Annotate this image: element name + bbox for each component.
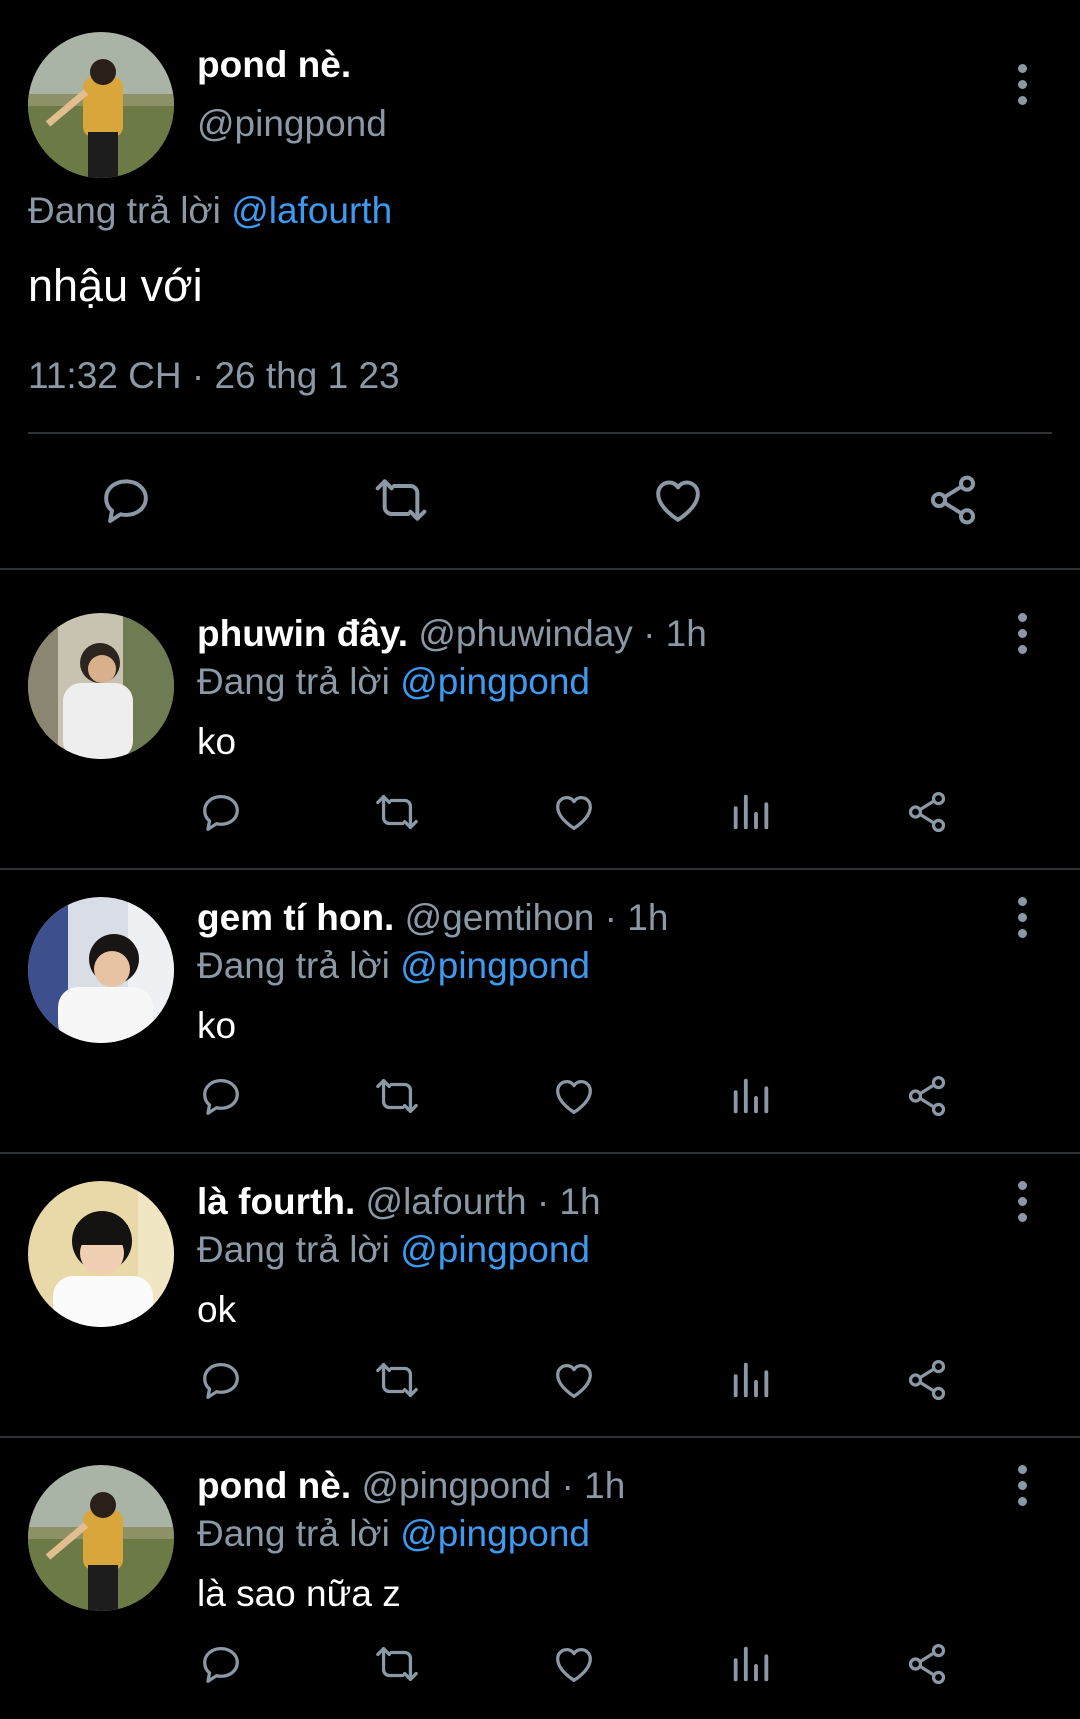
author-name[interactable]: pond nè. bbox=[197, 44, 351, 86]
like-icon[interactable] bbox=[551, 1641, 597, 1687]
reply-tweet[interactable]: là fourth. @lafourth · 1h Đang trả lời @… bbox=[0, 1141, 1080, 1424]
retweet-icon[interactable] bbox=[372, 1641, 422, 1687]
like-icon[interactable] bbox=[650, 472, 706, 528]
tweet-text: nhậu với bbox=[28, 260, 203, 311]
more-options-icon[interactable] bbox=[1014, 1181, 1030, 1222]
reply-icon[interactable] bbox=[198, 1357, 244, 1403]
avatar[interactable] bbox=[28, 897, 174, 1043]
share-icon[interactable] bbox=[904, 789, 950, 835]
reply-icon[interactable] bbox=[198, 789, 244, 835]
more-options-icon[interactable] bbox=[1014, 64, 1030, 105]
avatar[interactable] bbox=[28, 1465, 174, 1611]
reply-header: gem tí hon. @gemtihon · 1h bbox=[197, 897, 668, 939]
analytics-icon[interactable] bbox=[728, 1357, 774, 1403]
avatar[interactable] bbox=[28, 613, 174, 759]
reply-icon[interactable] bbox=[198, 1641, 244, 1687]
reply-time: · 1h bbox=[561, 1465, 626, 1506]
share-icon[interactable] bbox=[904, 1641, 950, 1687]
reply-header: pond nè. @pingpond · 1h bbox=[197, 1465, 625, 1507]
more-options-icon[interactable] bbox=[1014, 897, 1030, 938]
retweet-icon[interactable] bbox=[370, 472, 432, 528]
more-options-icon[interactable] bbox=[1014, 1465, 1030, 1506]
reply-tweet[interactable]: pond nè. @pingpond · 1h Đang trả lời @pi… bbox=[0, 1425, 1080, 1708]
reply-icon[interactable] bbox=[198, 1073, 244, 1119]
like-icon[interactable] bbox=[551, 1357, 597, 1403]
replying-to-line: Đang trả lời @pingpond bbox=[197, 1513, 590, 1555]
author-name[interactable]: pond nè. bbox=[197, 1465, 351, 1506]
reply-tweet[interactable]: phuwin đây. @phuwinday · 1h Đang trả lời… bbox=[0, 573, 1080, 856]
analytics-icon[interactable] bbox=[728, 1641, 774, 1687]
reply-text: là sao nữa z bbox=[197, 1573, 401, 1614]
author-handle[interactable]: @phuwinday bbox=[418, 613, 632, 654]
reply-header: phuwin đây. @phuwinday · 1h bbox=[197, 613, 707, 655]
reply-text: ko bbox=[197, 1005, 237, 1046]
more-options-icon[interactable] bbox=[1014, 613, 1030, 654]
author-handle[interactable]: @lafourth bbox=[366, 1181, 527, 1222]
replying-prefix: Đang trả lời bbox=[197, 1513, 390, 1554]
replying-to-link[interactable]: @pingpond bbox=[400, 1229, 590, 1270]
replying-to-link[interactable]: @pingpond bbox=[400, 661, 590, 702]
share-icon[interactable] bbox=[904, 1073, 950, 1119]
reply-text: ok bbox=[197, 1289, 237, 1330]
divider bbox=[28, 432, 1052, 434]
divider bbox=[0, 568, 1080, 570]
replying-to-line: Đang trả lời @pingpond bbox=[197, 661, 590, 703]
reply-time: · 1h bbox=[604, 897, 669, 938]
retweet-icon[interactable] bbox=[372, 1357, 422, 1403]
replying-to-line: Đang trả lời @pingpond bbox=[197, 945, 590, 987]
replying-to-line: Đang trả lời @pingpond bbox=[197, 1229, 590, 1271]
author-name[interactable]: gem tí hon. bbox=[197, 897, 394, 938]
share-icon[interactable] bbox=[904, 1357, 950, 1403]
reply-text: ko bbox=[197, 721, 237, 762]
reply-header: là fourth. @lafourth · 1h bbox=[197, 1181, 601, 1223]
like-icon[interactable] bbox=[551, 789, 597, 835]
replying-prefix: Đang trả lời bbox=[197, 1229, 390, 1270]
replying-to-link[interactable]: @pingpond bbox=[400, 1513, 590, 1554]
avatar[interactable] bbox=[28, 32, 174, 178]
author-name[interactable]: phuwin đây. bbox=[197, 613, 408, 654]
replying-prefix: Đang trả lời bbox=[28, 190, 221, 231]
reply-icon[interactable] bbox=[98, 472, 154, 528]
retweet-icon[interactable] bbox=[372, 1073, 422, 1119]
replying-prefix: Đang trả lời bbox=[197, 945, 390, 986]
tweet-timestamp[interactable]: 11:32 CH · 26 thg 1 23 bbox=[28, 355, 400, 397]
share-icon[interactable] bbox=[925, 472, 981, 528]
replying-to-link[interactable]: @pingpond bbox=[400, 945, 590, 986]
reply-time: · 1h bbox=[643, 613, 707, 654]
replying-prefix: Đang trả lời bbox=[197, 661, 390, 702]
author-handle[interactable]: @gemtihon bbox=[405, 897, 595, 938]
reply-time: · 1h bbox=[536, 1181, 601, 1222]
author-handle[interactable]: @pingpond bbox=[361, 1465, 551, 1506]
replying-to-link[interactable]: @lafourth bbox=[231, 190, 392, 231]
author-name[interactable]: là fourth. bbox=[197, 1181, 355, 1222]
retweet-icon[interactable] bbox=[372, 789, 422, 835]
like-icon[interactable] bbox=[551, 1073, 597, 1119]
author-handle[interactable]: @pingpond bbox=[197, 103, 387, 145]
avatar[interactable] bbox=[28, 1181, 174, 1327]
analytics-icon[interactable] bbox=[728, 789, 774, 835]
replying-to-line: Đang trả lời @lafourth bbox=[28, 190, 392, 232]
reply-tweet[interactable]: gem tí hon. @gemtihon · 1h Đang trả lời … bbox=[0, 857, 1080, 1140]
analytics-icon[interactable] bbox=[728, 1073, 774, 1119]
